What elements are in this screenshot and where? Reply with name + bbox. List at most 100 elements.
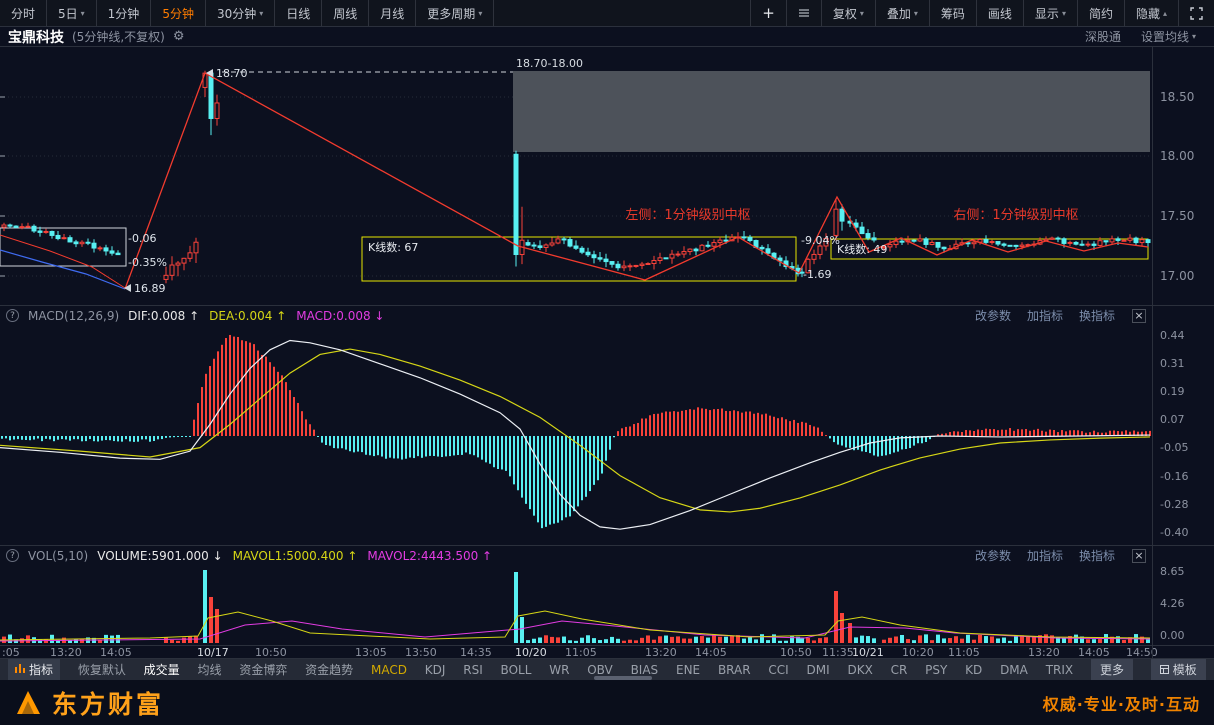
switch-indicator-link[interactable]: 换指标 bbox=[1079, 547, 1115, 564]
add-indicator-link[interactable]: 加指标 bbox=[1027, 307, 1063, 324]
macd-values: DIF:0.008 ↑ DEA:0.004 ↑ MACD:0.008 ↓ bbox=[128, 309, 384, 323]
svg-text:左侧：1分钟级别中枢: 左侧：1分钟级别中枢 bbox=[625, 207, 750, 223]
indicator-tab[interactable]: KD bbox=[965, 663, 982, 677]
indicator-tab[interactable]: OBV bbox=[587, 663, 613, 677]
indicator-tab[interactable]: DMA bbox=[1000, 663, 1028, 677]
indicator-tab[interactable]: PSY bbox=[925, 663, 947, 677]
overlay-button[interactable]: 叠加 ▾ bbox=[874, 0, 929, 26]
indicator-tab[interactable]: CR bbox=[891, 663, 908, 677]
chevron-down-icon: ▾ bbox=[1061, 8, 1066, 18]
close-icon[interactable]: × bbox=[1132, 308, 1146, 323]
axis-label: 0.31 bbox=[1160, 357, 1185, 370]
chevron-down-icon: ▾ bbox=[478, 8, 483, 18]
indicator-value: VOLUME:5901.000 ↓ bbox=[97, 548, 223, 563]
indicator-tab[interactable]: MACD bbox=[371, 663, 407, 677]
help-icon[interactable]: ? bbox=[6, 309, 19, 322]
add-indicator-link[interactable]: 加指标 bbox=[1027, 547, 1063, 564]
axis-label: -0.40 bbox=[1160, 526, 1189, 539]
svg-text:-9.04%: -9.04% bbox=[801, 234, 840, 247]
period-button[interactable]: 分时 bbox=[0, 0, 48, 26]
svg-text:右侧：1分钟级别中枢: 右侧：1分钟级别中枢 bbox=[953, 207, 1078, 223]
vol-links: 改参数 加指标 换指标 bbox=[975, 547, 1123, 564]
change-params-link[interactable]: 改参数 bbox=[975, 307, 1011, 324]
footer-slogan: 权威·专业·及时·互动 bbox=[1042, 694, 1200, 714]
indicator-tab[interactable]: WR bbox=[549, 663, 569, 677]
indicator-tab[interactable]: KDJ bbox=[425, 663, 446, 677]
adjust-price-button[interactable]: 复权 ▾ bbox=[820, 0, 875, 26]
period-button[interactable]: 更多周期 ▾ bbox=[416, 0, 495, 26]
svg-text:18.70-18.00: 18.70-18.00 bbox=[516, 57, 583, 70]
period-button[interactable]: 30分钟 ▾ bbox=[206, 0, 276, 26]
main-chart-canvas[interactable]: 18.70 18.70-18.00 16.89 -0.06 -0.35% -9.04% -1… bbox=[0, 47, 1153, 305]
chips-button[interactable]: 筹码 bbox=[928, 0, 976, 26]
axis-label: 0.19 bbox=[1160, 385, 1185, 398]
axis-label: 0.44 bbox=[1160, 329, 1185, 342]
axis-label: -0.16 bbox=[1160, 470, 1189, 483]
indicator-tab[interactable]: CCI bbox=[768, 663, 788, 677]
stock-chart-app: 分时 5日 ▾ 1分钟 5分钟 30分钟 ▾ 日线 周线 月线 更多周期 ▾ + 复权 ▾ 叠加 ▾ 筹码 画线显… bbox=[0, 0, 1214, 725]
period-button[interactable]: 5日 ▾ bbox=[47, 0, 97, 26]
axis-label: 0.07 bbox=[1160, 413, 1185, 426]
tools-toolbar: + 复权 ▾ 叠加 ▾ 筹码 画线 显示 ▾ 简约 隐藏 ▴ bbox=[750, 0, 1214, 26]
svg-text:-1.69: -1.69 bbox=[803, 268, 831, 281]
market-tag[interactable]: 深股通 bbox=[1085, 28, 1121, 45]
indicator-tab[interactable]: DMI bbox=[807, 663, 830, 677]
chart-lines-icon[interactable] bbox=[785, 0, 821, 26]
svg-text:K线数: 49: K线数: 49 bbox=[837, 242, 887, 256]
axis-label: 17.00 bbox=[1160, 269, 1195, 283]
indicator-tab[interactable]: 资金趋势 bbox=[305, 661, 353, 678]
axis-label: 0.00 bbox=[1160, 629, 1185, 642]
indicator-tab[interactable]: 恢复默认 bbox=[78, 661, 126, 678]
period-toolbar: 分时 5日 ▾ 1分钟 5分钟 30分钟 ▾ 日线 周线 月线 更多周期 ▾ bbox=[0, 0, 495, 26]
change-params-link[interactable]: 改参数 bbox=[975, 547, 1011, 564]
close-icon[interactable]: × bbox=[1132, 548, 1146, 563]
indicator-value: DEA:0.004 ↑ bbox=[209, 308, 287, 323]
time-axis: :05 13:20 14:05 10/17 10:50 13:05 13:50 14:35 10… bbox=[0, 645, 1158, 659]
axis-label: 18.00 bbox=[1160, 149, 1195, 163]
indicator-tab[interactable]: 均线 bbox=[197, 661, 221, 678]
indicator-tab[interactable]: 更多 bbox=[1090, 659, 1133, 680]
chevron-down-icon: ▾ bbox=[80, 8, 85, 18]
period-button[interactable]: 5分钟 bbox=[151, 0, 206, 26]
chevron-down-icon: ▾ bbox=[259, 8, 264, 18]
switch-indicator-link[interactable]: 换指标 bbox=[1079, 307, 1115, 324]
svg-text:-0.06: -0.06 bbox=[128, 232, 156, 245]
period-button[interactable]: 周线 bbox=[322, 0, 370, 26]
period-button[interactable]: 日线 bbox=[275, 0, 323, 26]
chevron-down-icon: ▾ bbox=[859, 8, 864, 18]
help-icon[interactable]: ? bbox=[6, 549, 19, 562]
indicator-tab[interactable]: 模板 bbox=[1150, 659, 1206, 680]
indicator-tab[interactable]: 资金博弈 bbox=[239, 661, 287, 678]
stock-name: 宝鼎科技 bbox=[8, 29, 64, 46]
svg-text:16.89: 16.89 bbox=[134, 282, 166, 295]
gear-icon[interactable]: ⚙ bbox=[173, 29, 185, 44]
indicator-tab[interactable]: ENE bbox=[676, 663, 700, 677]
price-axis: 18.50 18.00 17.50 17.00 0.44 0.31 0.19 0.07 -0.0… bbox=[1156, 0, 1214, 658]
simple-mode-button[interactable]: 简约 bbox=[1076, 0, 1124, 26]
axis-label: -0.05 bbox=[1160, 441, 1189, 454]
axis-label: 18.50 bbox=[1160, 90, 1195, 104]
title-bar: 宝鼎科技 (5分钟线,不复权) ⚙ 深股通 设置均线 ▾ bbox=[0, 27, 1214, 47]
macd-chart-canvas[interactable] bbox=[0, 325, 1153, 545]
display-button[interactable]: 显示 ▾ bbox=[1022, 0, 1077, 26]
indicator-tab[interactable]: RSI bbox=[463, 663, 483, 677]
axis-label: -0.28 bbox=[1160, 498, 1189, 511]
vol-chart-canvas[interactable] bbox=[0, 565, 1153, 645]
axis-label: 4.26 bbox=[1160, 597, 1185, 610]
indicator-tab[interactable]: 成交量 bbox=[144, 661, 180, 678]
draw-line-button[interactable]: 画线 bbox=[975, 0, 1023, 26]
indicator-tab[interactable]: BOLL bbox=[501, 663, 532, 677]
macd-header: ? MACD(12,26,9) DIF:0.008 ↑ DEA:0.004 ↑ MA… bbox=[0, 306, 1153, 325]
indicator-tab[interactable]: DKX bbox=[847, 663, 872, 677]
indicator-tab[interactable]: TRIX bbox=[1046, 663, 1073, 677]
vol-label: VOL(5,10) bbox=[28, 548, 89, 563]
period-button[interactable]: 1分钟 bbox=[97, 0, 152, 26]
indicator-tab[interactable]: BIAS bbox=[631, 663, 659, 677]
footer: 东方财富 权威·专业·及时·互动 bbox=[0, 680, 1214, 725]
indicator-tab[interactable]: BRAR bbox=[718, 663, 751, 677]
period-button[interactable]: 月线 bbox=[369, 0, 417, 26]
add-button[interactable]: + bbox=[750, 0, 786, 26]
indicator-tab[interactable]: 指标 bbox=[8, 659, 61, 680]
template-icon bbox=[1159, 663, 1169, 677]
eastmoney-logo-icon bbox=[17, 690, 40, 714]
